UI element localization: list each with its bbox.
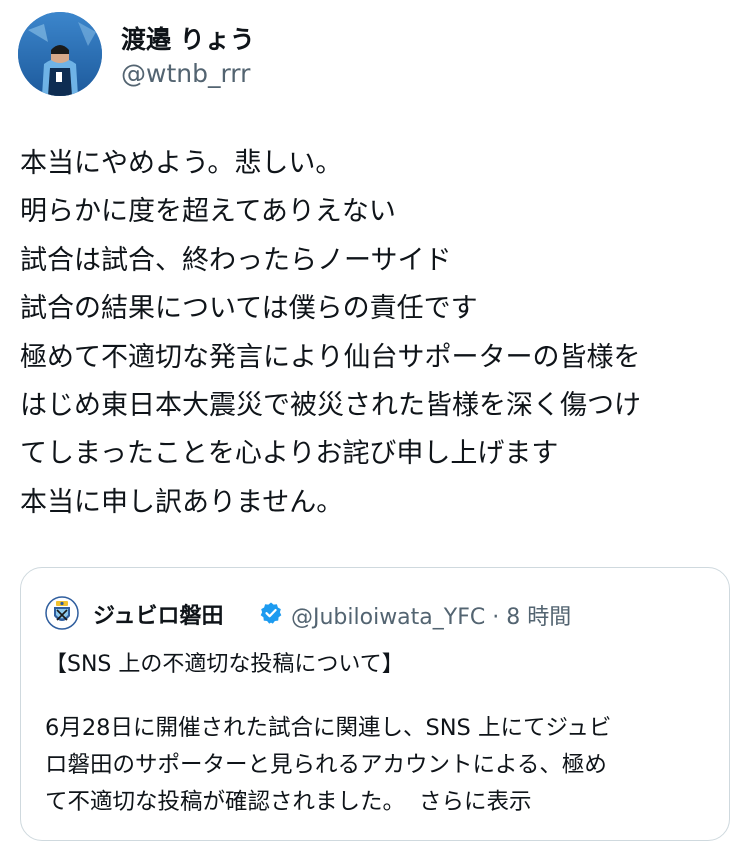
tweet-line: 明らかに度を超えてありえない	[20, 196, 396, 228]
show-more-link[interactable]: さらに表示	[419, 789, 532, 815]
quoted-author-name[interactable]: ジュビロ磐田	[93, 598, 223, 630]
verified-badge-icon	[260, 602, 282, 624]
avatar[interactable]	[18, 12, 102, 96]
tweet-line: はじめ東日本大震災で被災された皆様を深く傷つけ	[20, 390, 641, 422]
club-crest-icon	[45, 596, 79, 630]
tweet-line: 試合は試合、終わったらノーサイド	[20, 244, 452, 276]
quoted-tweet-body: 6月28日に開催された試合に関連し、SNS 上にてジュビ ロ磐田のサポーターと見…	[45, 710, 715, 821]
tweet-line: てしまったことを心よりお詫び申し上げます	[20, 438, 559, 470]
tweet-text: 本当にやめよう。悲しい。 明らかに度を超えてありえない 試合は試合、終わったらノ…	[20, 140, 735, 527]
quoted-tweet-line-text: て不適切な投稿が確認されました。	[45, 789, 406, 815]
meta-separator: ·	[492, 605, 500, 630]
avatar-photo	[18, 12, 102, 96]
quoted-tweet-meta: @Jubiloiwata_YFC · 8 時間	[291, 599, 571, 631]
author-handle[interactable]: @wtnb_rrr	[121, 59, 250, 88]
quoted-tweet-line: て不適切な投稿が確認されました。 さらに表示	[45, 784, 715, 821]
quoted-tweet-line: 6月28日に開催された試合に関連し、SNS 上にてジュビ	[45, 715, 612, 741]
quoted-author-handle[interactable]: @Jubiloiwata_YFC	[291, 605, 485, 630]
tweet-author[interactable]: 渡邉 りょう @wtnb_rrr	[18, 12, 618, 96]
tweet-line: 本当に申し訳ありません。	[20, 486, 344, 518]
quoted-tweet[interactable]: ジュビロ磐田 @Jubiloiwata_YFC · 8 時間 【SNS 上の不適…	[20, 567, 730, 841]
author-display-name[interactable]: 渡邉 りょう	[121, 20, 255, 56]
quoted-tweet-header: ジュビロ磐田 @Jubiloiwata_YFC · 8 時間	[45, 596, 715, 632]
tweet-line: 試合の結果については僕らの責任です	[20, 293, 478, 325]
quoted-tweet-line: ロ磐田のサポーターと見られるアカウントによる、極め	[45, 752, 607, 778]
tweet-line: 極めて不適切な発言により仙台サポーターの皆様を	[20, 341, 641, 373]
quoted-tweet-time[interactable]: 8 時間	[506, 605, 571, 630]
quoted-tweet-title: 【SNS 上の不適切な投稿について】	[45, 652, 404, 677]
tweet-line: 本当にやめよう。悲しい。	[20, 148, 343, 179]
